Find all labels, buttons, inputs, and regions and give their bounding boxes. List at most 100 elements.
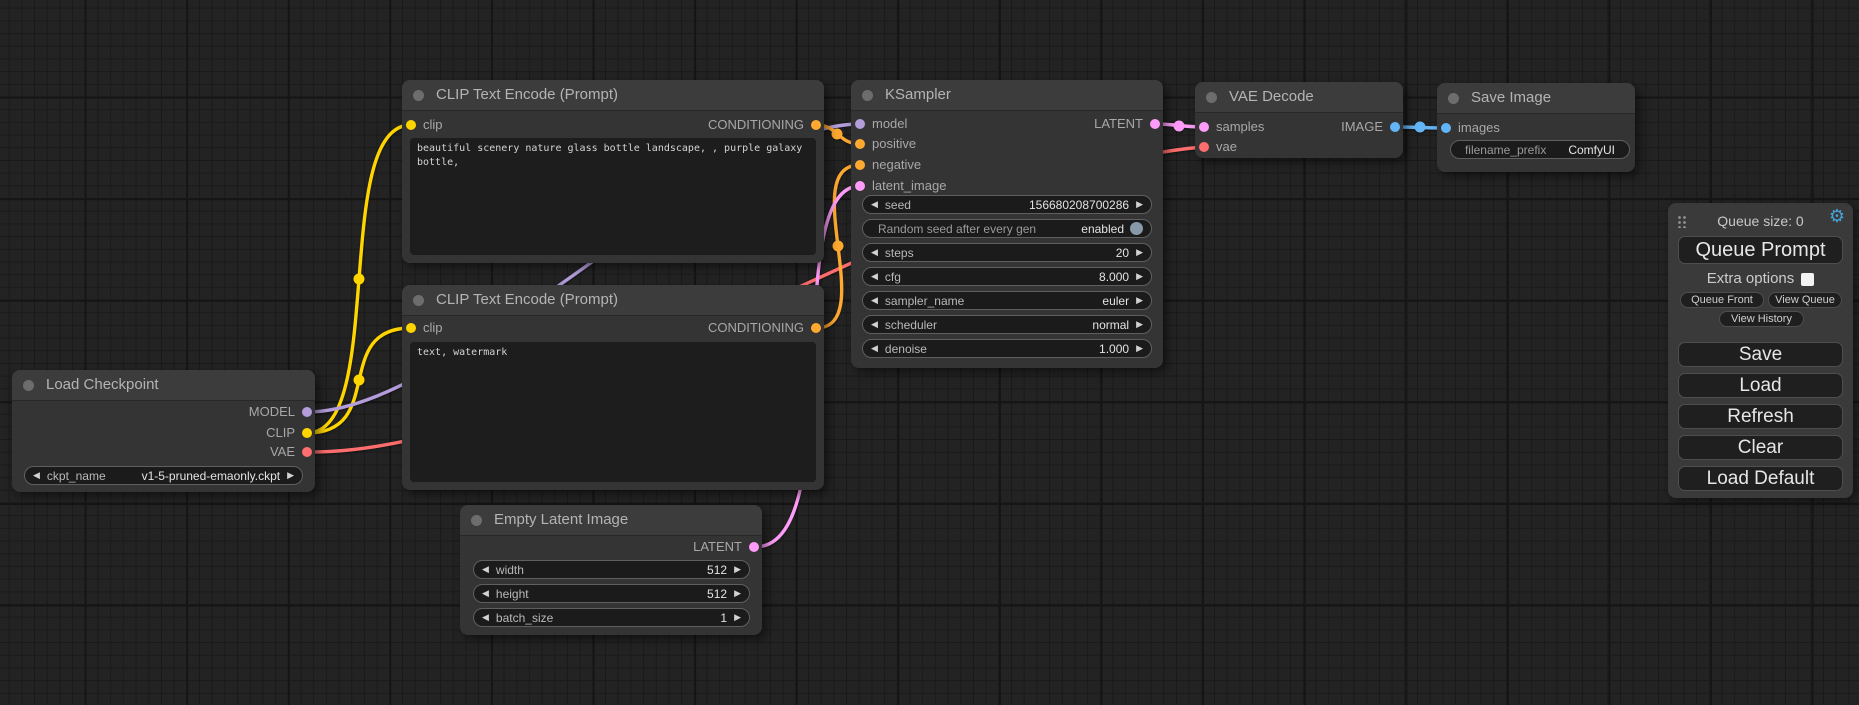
node-collapse-dot[interactable] xyxy=(471,515,482,526)
widget-seed[interactable]: ◀ seed 156680208700286 ▶ xyxy=(862,195,1152,214)
node-title-bar[interactable]: CLIP Text Encode (Prompt) xyxy=(402,285,824,316)
widget-height[interactable]: ◀ height 512 ▶ xyxy=(473,584,750,603)
node-collapse-dot[interactable] xyxy=(1448,93,1459,104)
decrement-arrow-icon[interactable]: ◀ xyxy=(871,295,878,306)
load-button[interactable]: Load xyxy=(1678,373,1843,398)
widget-ckpt-name[interactable]: ◀ ckpt_name v1-5-pruned-emaonly.ckpt ▶ xyxy=(24,466,303,485)
node-title-bar[interactable]: CLIP Text Encode (Prompt) xyxy=(402,80,824,111)
decrement-arrow-icon[interactable]: ◀ xyxy=(871,271,878,282)
input-slot-negative: negative xyxy=(851,155,1163,175)
node-graph-canvas[interactable]: Load Checkpoint MODEL CLIP VAE ◀ ckpt_na… xyxy=(0,0,1859,705)
input-slot-latent-image: latent_image xyxy=(851,176,1163,196)
node-collapse-dot[interactable] xyxy=(862,90,873,101)
positive-prompt-textarea[interactable]: beautiful scenery nature glass bottle la… xyxy=(410,138,816,255)
increment-arrow-icon[interactable]: ▶ xyxy=(1136,343,1143,354)
conditioning-output-dot[interactable] xyxy=(811,120,821,130)
link-dot xyxy=(1174,121,1185,132)
increment-arrow-icon[interactable]: ▶ xyxy=(1136,319,1143,330)
latent-image-input-dot[interactable] xyxy=(855,181,865,191)
node-collapse-dot[interactable] xyxy=(413,295,424,306)
node-title-bar[interactable]: Save Image xyxy=(1437,83,1635,114)
clip-output-dot[interactable] xyxy=(302,428,312,438)
conditioning-output-dot[interactable] xyxy=(811,323,821,333)
node-empty-latent-image[interactable]: Empty Latent Image LATENT ◀ width 512 ▶ … xyxy=(460,505,762,635)
decrement-arrow-icon[interactable]: ◀ xyxy=(482,564,489,575)
output-slot-conditioning: CONDITIONING xyxy=(402,318,824,338)
link-dot xyxy=(1415,122,1426,133)
node-collapse-dot[interactable] xyxy=(23,380,34,391)
image-output-dot[interactable] xyxy=(1390,122,1400,132)
node-collapse-dot[interactable] xyxy=(1206,92,1217,103)
negative-prompt-textarea[interactable]: text, watermark xyxy=(410,342,816,482)
save-button[interactable]: Save xyxy=(1678,342,1843,367)
decrement-arrow-icon[interactable]: ◀ xyxy=(871,343,878,354)
increment-arrow-icon[interactable]: ▶ xyxy=(1136,271,1143,282)
gear-icon[interactable]: ⚙ xyxy=(1829,205,1845,227)
extra-options-checkbox[interactable] xyxy=(1801,273,1814,286)
output-slot-latent: LATENT xyxy=(460,537,762,557)
node-title-bar[interactable]: Empty Latent Image xyxy=(460,505,762,536)
increment-arrow-icon[interactable]: ▶ xyxy=(1136,199,1143,210)
widget-width[interactable]: ◀ width 512 ▶ xyxy=(473,560,750,579)
output-slot-conditioning: CONDITIONING xyxy=(402,115,824,135)
toggle-indicator[interactable] xyxy=(1130,222,1143,235)
vae-input-dot[interactable] xyxy=(1199,142,1209,152)
widget-random-seed-toggle[interactable]: Random seed after every gen enabled xyxy=(862,219,1152,238)
negative-input-dot[interactable] xyxy=(855,160,865,170)
increment-arrow-icon[interactable]: ▶ xyxy=(1136,295,1143,306)
refresh-button[interactable]: Refresh xyxy=(1678,404,1843,429)
widget-filename-prefix[interactable]: filename_prefix ComfyUI xyxy=(1450,140,1630,159)
decrement-arrow-icon[interactable]: ◀ xyxy=(33,470,40,481)
increment-arrow-icon[interactable]: ▶ xyxy=(734,612,741,623)
widget-denoise[interactable]: ◀ denoise 1.000 ▶ xyxy=(862,339,1152,358)
load-default-button[interactable]: Load Default xyxy=(1678,466,1843,491)
decrement-arrow-icon[interactable]: ◀ xyxy=(871,247,878,258)
clear-button[interactable]: Clear xyxy=(1678,435,1843,460)
drag-handle-icon[interactable] xyxy=(1677,215,1686,228)
latent-output-dot[interactable] xyxy=(1150,119,1160,129)
images-input-dot[interactable] xyxy=(1441,123,1451,133)
vae-output-dot[interactable] xyxy=(302,447,312,457)
output-slot-image: IMAGE xyxy=(1195,117,1403,137)
model-output-dot[interactable] xyxy=(302,407,312,417)
increment-arrow-icon[interactable]: ▶ xyxy=(1136,247,1143,258)
extra-options-row: Extra options xyxy=(1668,270,1853,288)
node-title-bar[interactable]: VAE Decode xyxy=(1195,82,1403,113)
node-title: Load Checkpoint xyxy=(46,376,159,393)
positive-input-dot[interactable] xyxy=(855,139,865,149)
queue-size-label: Queue size: 0 xyxy=(1668,210,1853,232)
widget-sampler-name[interactable]: ◀ sampler_name euler ▶ xyxy=(862,291,1152,310)
output-slot-clip: CLIP xyxy=(12,423,315,443)
increment-arrow-icon[interactable]: ▶ xyxy=(734,564,741,575)
widget-scheduler[interactable]: ◀ scheduler normal ▶ xyxy=(862,315,1152,334)
link-dot xyxy=(354,375,365,386)
node-title-bar[interactable]: KSampler xyxy=(851,80,1163,111)
latent-output-dot[interactable] xyxy=(749,542,759,552)
queue-front-button[interactable]: Queue Front xyxy=(1680,292,1764,308)
node-vae-decode[interactable]: VAE Decode samples vae IMAGE xyxy=(1195,82,1403,158)
increment-arrow-icon[interactable]: ▶ xyxy=(734,588,741,599)
node-load-checkpoint[interactable]: Load Checkpoint MODEL CLIP VAE ◀ ckpt_na… xyxy=(12,370,315,492)
queue-prompt-button[interactable]: Queue Prompt xyxy=(1678,236,1843,264)
node-ksampler[interactable]: KSampler model positive negative latent_… xyxy=(851,80,1163,368)
view-queue-button[interactable]: View Queue xyxy=(1768,292,1842,308)
extra-options-label: Extra options xyxy=(1707,270,1795,287)
decrement-arrow-icon[interactable]: ◀ xyxy=(482,588,489,599)
node-title-bar[interactable]: Load Checkpoint xyxy=(12,370,315,401)
queue-menu-panel: Queue size: 0 ⚙ Queue Prompt Extra optio… xyxy=(1668,203,1853,498)
output-slot-vae: VAE xyxy=(12,442,315,462)
node-collapse-dot[interactable] xyxy=(413,90,424,101)
decrement-arrow-icon[interactable]: ◀ xyxy=(871,319,878,330)
node-clip-text-encode-negative[interactable]: CLIP Text Encode (Prompt) clip CONDITION… xyxy=(402,285,824,490)
node-title: VAE Decode xyxy=(1229,88,1314,105)
increment-arrow-icon[interactable]: ▶ xyxy=(287,470,294,481)
node-title: Save Image xyxy=(1471,89,1551,106)
view-history-button[interactable]: View History xyxy=(1719,311,1804,327)
decrement-arrow-icon[interactable]: ◀ xyxy=(871,199,878,210)
widget-steps[interactable]: ◀ steps 20 ▶ xyxy=(862,243,1152,262)
decrement-arrow-icon[interactable]: ◀ xyxy=(482,612,489,623)
node-clip-text-encode-positive[interactable]: CLIP Text Encode (Prompt) clip CONDITION… xyxy=(402,80,824,263)
widget-batch-size[interactable]: ◀ batch_size 1 ▶ xyxy=(473,608,750,627)
widget-cfg[interactable]: ◀ cfg 8.000 ▶ xyxy=(862,267,1152,286)
node-save-image[interactable]: Save Image images filename_prefix ComfyU… xyxy=(1437,83,1635,172)
